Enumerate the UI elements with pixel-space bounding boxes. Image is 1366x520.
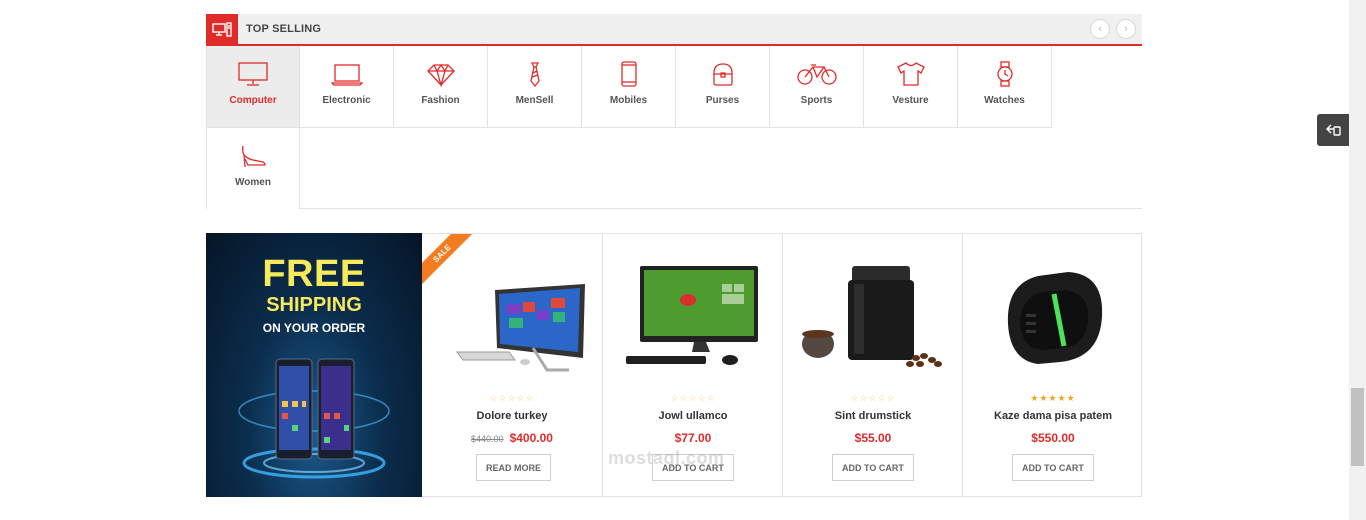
rating-stars: ★★★★★ <box>1030 393 1076 403</box>
category-women[interactable]: Women <box>206 128 300 209</box>
current-price: $400.00 <box>509 431 553 445</box>
product-card: SALE ☆☆☆☆☆ Dolore turkey $440.00 $400.00 … <box>422 234 602 496</box>
phone-icon <box>620 61 637 87</box>
product-list: SALE ☆☆☆☆☆ Dolore turkey $440.00 $400.00 … <box>422 233 1142 497</box>
category-sports[interactable]: Sports <box>770 46 864 128</box>
diamond-icon <box>426 63 455 87</box>
watch-icon <box>996 61 1013 87</box>
product-name[interactable]: Jowl ullamco <box>603 410 783 422</box>
free-shipping-banner[interactable]: FREE SHIPPING ON YOUR ORDER <box>206 233 422 497</box>
category-label: Computer <box>229 95 277 106</box>
watermark: mostaql.com <box>608 448 725 468</box>
category-vesture[interactable]: Vesture <box>864 46 958 128</box>
monitor-icon <box>238 62 268 86</box>
tshirt-icon <box>896 62 925 86</box>
banner-subtitle: SHIPPING <box>266 294 362 316</box>
rating-stars: ☆☆☆☆☆ <box>670 393 716 403</box>
category-mensell[interactable]: MenSell <box>488 46 582 128</box>
next-button[interactable]: › <box>1116 19 1136 39</box>
category-label: Purses <box>705 95 740 106</box>
read-more-button[interactable]: READ MORE <box>476 454 552 481</box>
category-label: Women <box>235 177 271 188</box>
category-label: Sports <box>800 95 833 106</box>
banner-title: FREE <box>262 253 366 295</box>
price: $550.00 <box>963 431 1143 445</box>
category-label: MenSell <box>515 95 554 106</box>
desktop-monitor-image[interactable] <box>618 254 768 374</box>
prev-button[interactable]: ‹ <box>1090 19 1110 39</box>
product-name[interactable]: Kaze dama pisa patem <box>963 410 1143 422</box>
category-watches[interactable]: Watches <box>958 46 1052 128</box>
current-price: $55.00 <box>854 431 892 445</box>
purse-icon <box>712 63 733 86</box>
product-card: ★★★★★ Kaze dama pisa patem $550.00 ADD T… <box>962 234 1142 496</box>
smartphones-image <box>238 358 390 479</box>
tie-icon <box>529 62 540 87</box>
price: $55.00 <box>783 431 963 445</box>
rating-stars: ☆☆☆☆☆ <box>489 393 535 403</box>
product-card: ☆☆☆☆☆ Sint drumstick $55.00 ADD TO CART <box>782 234 962 496</box>
add-to-cart-button[interactable]: ADD TO CART <box>832 454 914 481</box>
category-label: Vesture <box>892 95 929 106</box>
category-mobiles[interactable]: Mobiles <box>582 46 676 128</box>
category-fashion[interactable]: Fashion <box>394 46 488 128</box>
all-in-one-pc-image[interactable] <box>437 254 587 374</box>
page: TOP SELLING ‹ › Computer Electronic Fash… <box>0 0 1366 520</box>
laptop-icon <box>330 64 363 86</box>
section-title: TOP SELLING <box>246 23 322 35</box>
current-price: $77.00 <box>674 431 712 445</box>
old-price: $440.00 <box>471 434 504 444</box>
top-selling-header: TOP SELLING ‹ › <box>206 14 1142 46</box>
computer-section-icon <box>206 14 238 46</box>
coffee-grinder-image[interactable] <box>798 254 948 374</box>
category-label: Mobiles <box>609 95 648 106</box>
category-purses[interactable]: Purses <box>676 46 770 128</box>
hand-pointer-icon[interactable] <box>1317 114 1349 146</box>
fitness-band-image[interactable] <box>978 254 1128 374</box>
category-label: Fashion <box>421 95 460 106</box>
category-grid: Computer Electronic Fashion MenSell Mobi… <box>206 46 1142 209</box>
price: $77.00 <box>603 431 783 445</box>
category-electronic[interactable]: Electronic <box>300 46 394 128</box>
product-name[interactable]: Dolore turkey <box>422 410 602 422</box>
category-label: Electronic <box>322 95 371 106</box>
current-price: $550.00 <box>1031 431 1075 445</box>
rating-stars: ☆☆☆☆☆ <box>850 393 896 403</box>
scrollbar-thumb[interactable] <box>1351 388 1364 466</box>
price: $440.00 $400.00 <box>422 431 602 445</box>
banner-tagline: ON YOUR ORDER <box>262 321 366 335</box>
add-to-cart-button[interactable]: ADD TO CART <box>1012 454 1094 481</box>
bicycle-icon <box>796 64 837 85</box>
category-computer[interactable]: Computer <box>206 46 300 128</box>
category-label: Watches <box>984 95 1025 106</box>
high-heel-icon <box>242 145 266 168</box>
product-name[interactable]: Sint drumstick <box>783 410 963 422</box>
